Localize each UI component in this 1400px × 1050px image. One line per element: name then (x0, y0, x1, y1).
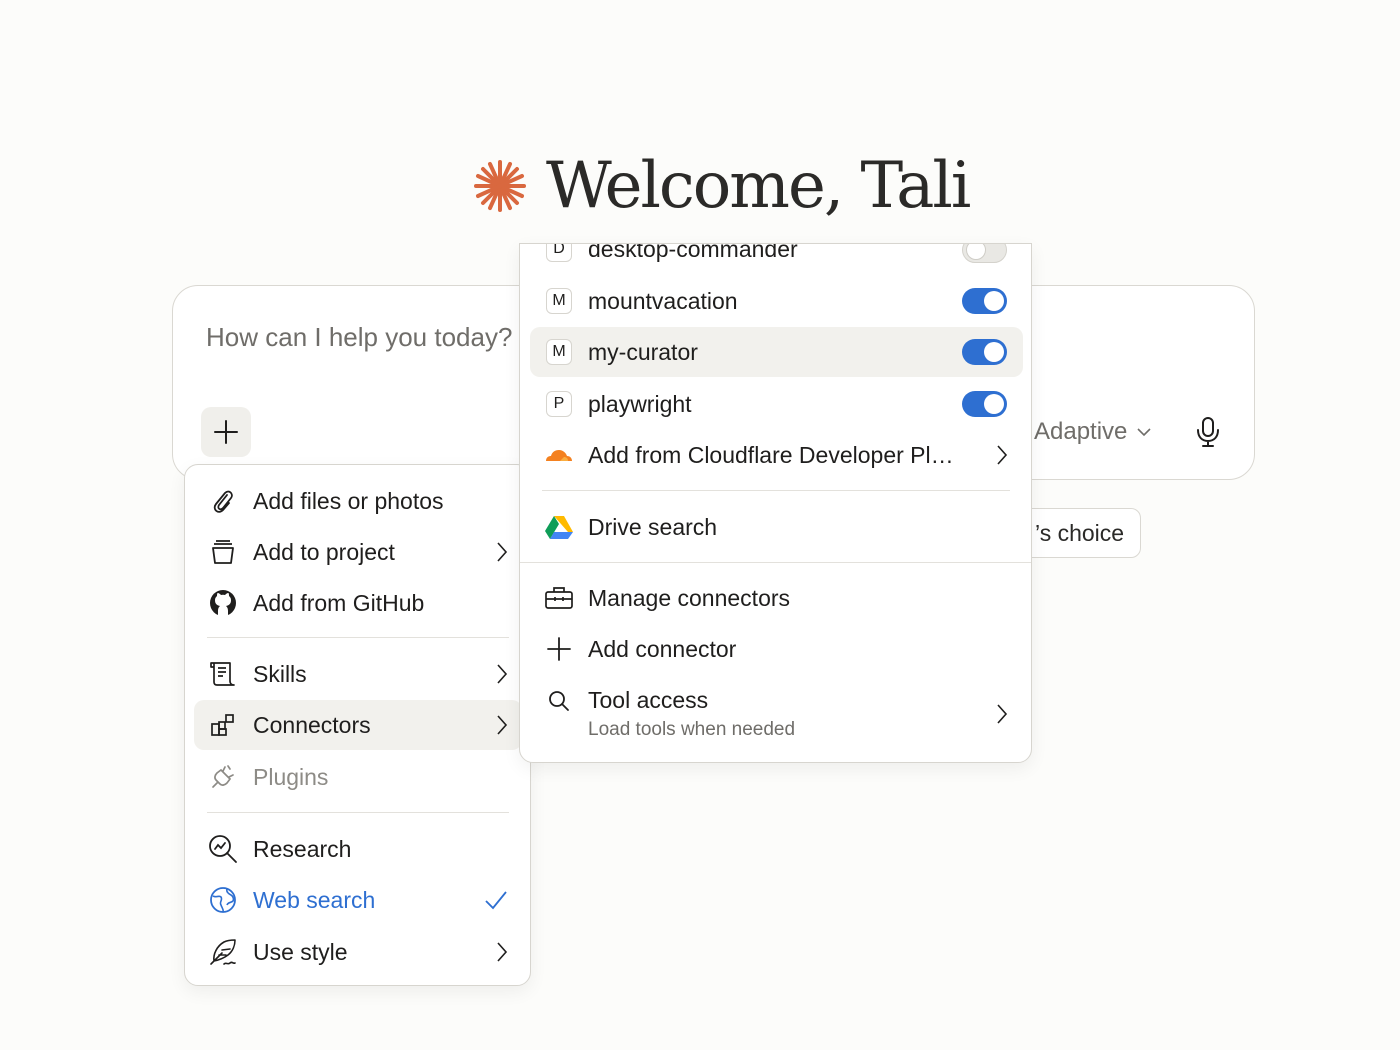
connector-label: desktop-commander (588, 243, 798, 262)
model-label: Adaptive (1034, 418, 1128, 445)
letter-badge-icon: M (544, 337, 574, 367)
plus-icon (544, 634, 574, 664)
letter-badge-icon: D (544, 244, 574, 264)
toolbox-icon (544, 583, 574, 613)
add-button[interactable] (201, 407, 251, 457)
project-box-icon (208, 537, 238, 567)
chevron-right-icon (997, 445, 1008, 465)
scroll-icon (208, 659, 238, 689)
page: Welcome, Tali Adaptive ’s choice (0, 0, 1400, 1050)
globe-icon (208, 885, 238, 915)
cloudflare-icon (544, 440, 574, 470)
menu-item-add-from-cloudflare[interactable]: Add from Cloudflare Developer Pl… (530, 430, 1023, 480)
menu-item-add-from-github[interactable]: Add from GitHub (194, 578, 522, 628)
chevron-right-icon (497, 664, 508, 684)
chevron-right-icon (497, 542, 508, 562)
microphone-button[interactable] (1193, 415, 1223, 449)
github-icon (208, 588, 238, 618)
connector-row-mountvacation[interactable]: M mountvacation (530, 276, 1023, 326)
plus-icon (214, 420, 238, 444)
feather-icon (208, 937, 238, 967)
menu-item-drive-search[interactable]: Drive search (530, 502, 1023, 552)
menu-item-add-connector[interactable]: Add connector (530, 624, 1023, 674)
welcome-header: Welcome, Tali (472, 146, 971, 226)
menu-item-label: Manage connectors (588, 584, 791, 611)
menu-divider (520, 562, 1031, 563)
model-selector[interactable]: Adaptive (1034, 418, 1151, 446)
badge-letter: M (546, 288, 572, 314)
search-icon (544, 686, 574, 716)
google-drive-icon (544, 512, 574, 542)
menu-item-label: Plugins (253, 763, 329, 790)
connector-toggle[interactable] (962, 244, 1007, 263)
menu-item-add-files[interactable]: Add files or photos (194, 476, 522, 526)
connector-row-desktop-commander[interactable]: D desktop-commander (530, 243, 1023, 274)
paperclip-icon (208, 486, 238, 516)
suggestion-chip-label: ’s choice (1035, 519, 1125, 546)
letter-badge-icon: M (544, 286, 574, 316)
menu-item-skills[interactable]: Skills (194, 649, 522, 699)
plug-icon (208, 762, 238, 792)
microphone-icon (1197, 417, 1219, 447)
menu-item-label: Skills (253, 660, 307, 687)
menu-divider (207, 637, 509, 638)
menu-divider (207, 812, 509, 813)
menu-item-web-search[interactable]: Web search (194, 875, 522, 925)
connector-row-playwright[interactable]: P playwright (530, 379, 1023, 429)
menu-item-label: Web search (253, 886, 376, 913)
menu-item-label: Add from GitHub (253, 589, 425, 616)
menu-item-connectors[interactable]: Connectors (194, 700, 522, 750)
connector-toggle[interactable] (962, 391, 1007, 417)
menu-item-label: Tool access (588, 687, 709, 713)
menu-item-label: Add to project (253, 538, 395, 565)
connector-toggle[interactable] (962, 339, 1007, 365)
menu-item-label: Add from Cloudflare Developer Pl… (588, 441, 954, 468)
claude-spark-icon (474, 160, 526, 212)
menu-item-plugins: Plugins (194, 752, 522, 802)
menu-item-label: Research (253, 835, 352, 862)
badge-letter: P (546, 391, 572, 417)
menu-item-tool-access[interactable]: Tool access Load tools when needed (530, 676, 1023, 748)
connectors-submenu: D desktop-commander M mountvacation M my… (519, 243, 1032, 763)
menu-item-label: Connectors (253, 711, 371, 738)
add-menu: Add files or photos Add to project Add f… (184, 464, 531, 986)
badge-letter: D (546, 244, 572, 262)
connector-label: mountvacation (588, 287, 738, 314)
connectors-icon (208, 710, 238, 740)
connector-row-my-curator[interactable]: M my-curator (530, 327, 1023, 377)
welcome-title: Welcome, Tali (546, 149, 971, 223)
menu-item-label: Add files or photos (253, 487, 444, 514)
menu-item-add-to-project[interactable]: Add to project (194, 527, 522, 577)
chevron-right-icon (997, 704, 1008, 724)
menu-item-use-style[interactable]: Use style (194, 927, 522, 977)
chevron-down-icon (1137, 428, 1151, 437)
letter-badge-icon: P (544, 389, 574, 419)
menu-divider (542, 490, 1010, 491)
prompt-input[interactable] (206, 322, 536, 353)
menu-item-sublabel: Load tools when needed (588, 719, 796, 740)
menu-item-research[interactable]: Research (194, 824, 522, 874)
menu-item-manage-connectors[interactable]: Manage connectors (530, 573, 1023, 623)
connector-label: playwright (588, 390, 692, 417)
connector-toggle[interactable] (962, 288, 1007, 314)
menu-item-label: Use style (253, 938, 348, 965)
connector-label: my-curator (588, 338, 698, 365)
menu-item-label: Add connector (588, 635, 737, 662)
checkmark-icon (485, 891, 507, 910)
menu-item-label: Drive search (588, 513, 718, 540)
badge-letter: M (546, 339, 572, 365)
research-icon (208, 834, 238, 864)
chevron-right-icon (497, 942, 508, 962)
chevron-right-icon (497, 715, 508, 735)
